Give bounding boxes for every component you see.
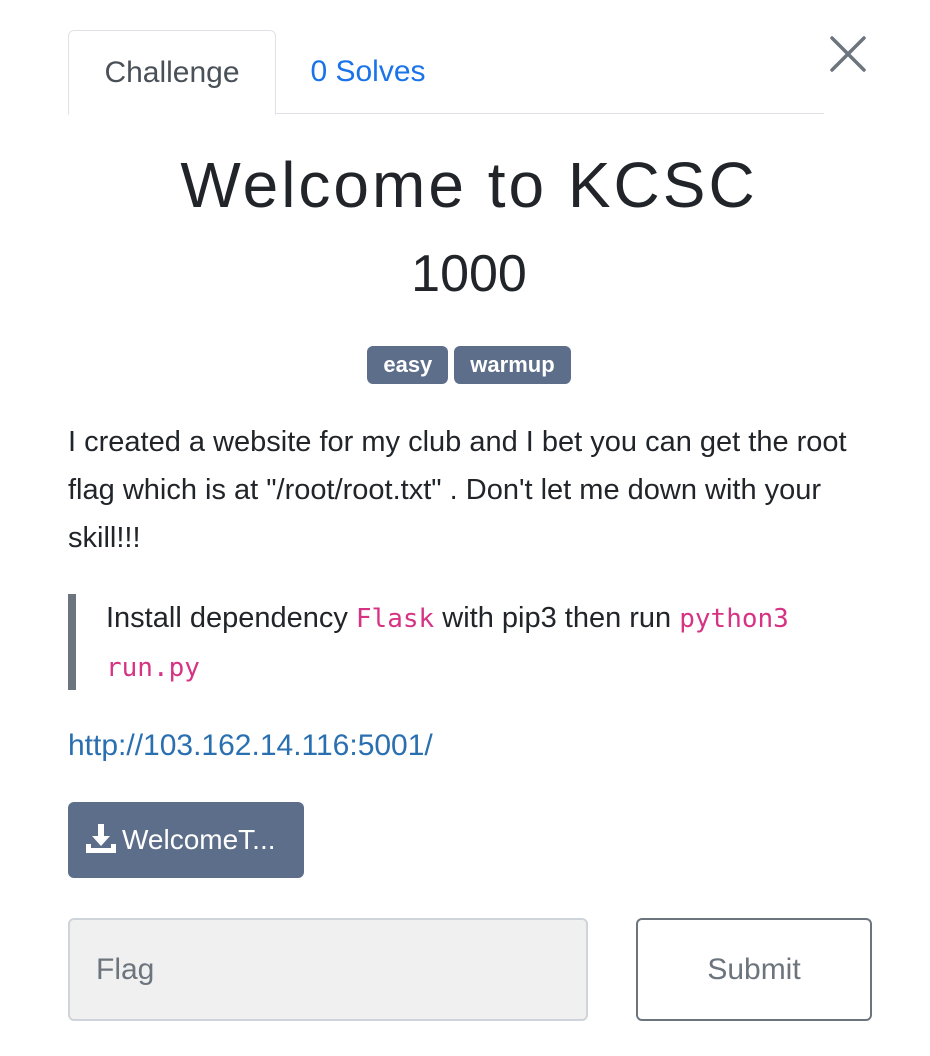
challenge-description: I created a website for my club and I be… (68, 426, 847, 554)
download-file-label: WelcomeT... (122, 824, 276, 855)
tab-solves[interactable]: 0 Solves (288, 30, 448, 114)
note-text-before: Install dependency (106, 602, 356, 634)
submit-button[interactable]: Submit (636, 918, 872, 1021)
flag-input[interactable] (68, 918, 588, 1021)
note-text-middle: with pip3 then run (434, 602, 680, 634)
challenge-modal: Challenge 0 Solves Welcome to KCSC 1000 … (0, 0, 930, 1056)
download-icon (86, 823, 116, 853)
tag-badge-warmup: warmup (454, 346, 571, 384)
challenge-points: 1000 (411, 245, 527, 303)
tab-challenge[interactable]: Challenge (68, 30, 276, 115)
challenge-title: Welcome to KCSC (180, 149, 758, 221)
challenge-url-link[interactable]: http://103.162.14.116:5001/ (68, 724, 433, 768)
tag-list: easy warmup (0, 346, 930, 384)
close-button[interactable] (826, 32, 870, 76)
close-icon (830, 36, 866, 72)
download-file-button[interactable]: WelcomeT... (68, 802, 304, 878)
tab-bar: Challenge 0 Solves (68, 30, 824, 115)
install-note: Install dependency Flask with pip3 then … (68, 594, 868, 690)
code-flask: Flask (355, 604, 435, 634)
tag-badge-easy: easy (367, 346, 449, 384)
